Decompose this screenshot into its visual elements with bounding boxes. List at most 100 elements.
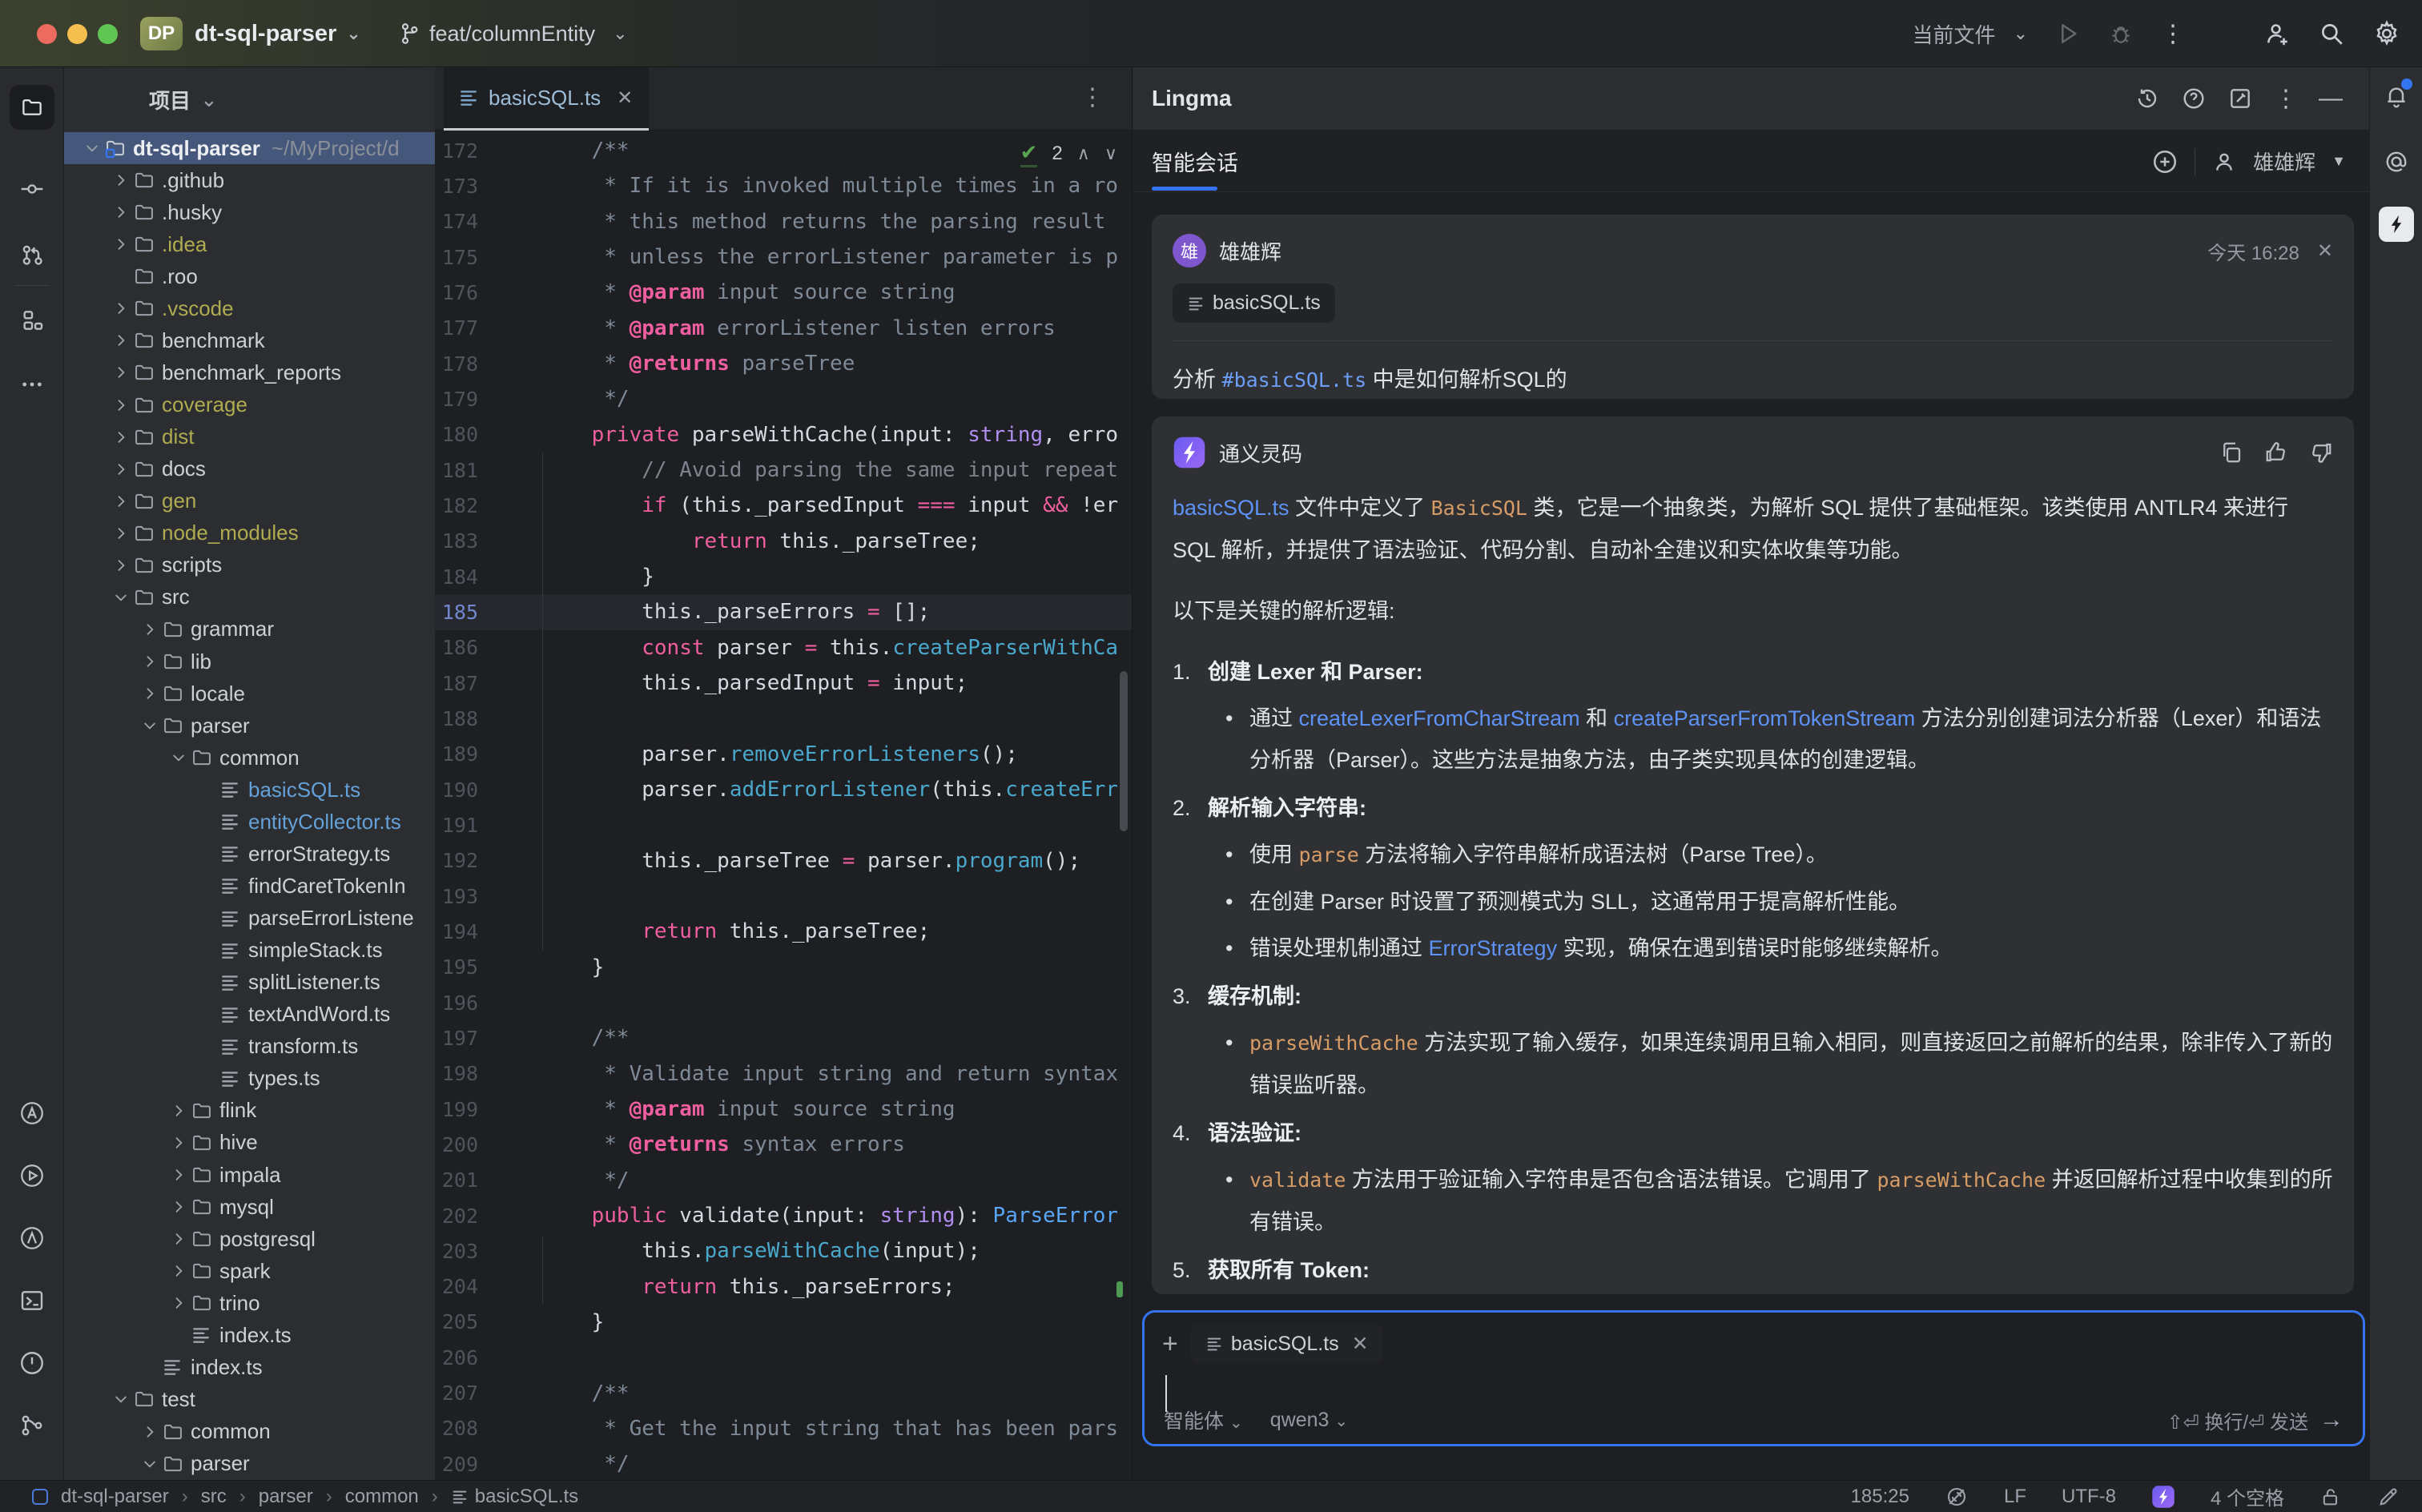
tree-row-trino[interactable]: trino [64, 1287, 435, 1319]
inspections-widget[interactable]: ✔ 2 ∧ ∨ [1020, 140, 1117, 167]
tree-row-node_modules[interactable]: node_modules [64, 517, 435, 549]
tree-chevron-icon[interactable] [109, 1391, 133, 1407]
search-icon[interactable] [2318, 20, 2345, 47]
tree-row-.github[interactable]: .github [64, 164, 435, 196]
tree-row-lib[interactable]: lib [64, 645, 435, 678]
tree-chevron-icon[interactable] [109, 429, 133, 445]
tree-row-parseErrorListene[interactable]: parseErrorListene [64, 903, 435, 935]
tree-row-grammar[interactable]: grammar [64, 613, 435, 645]
new-chat-icon[interactable] [2227, 86, 2253, 111]
code-line-203[interactable]: 203 this.parseWithCache(input); [435, 1233, 1132, 1269]
code-line-207[interactable]: 207 /** [435, 1375, 1132, 1410]
breadcrumb-item[interactable]: common [345, 1486, 419, 1508]
code-line-191[interactable]: 191 [435, 807, 1132, 842]
tree-chevron-icon[interactable] [109, 493, 133, 509]
lingma-status-icon[interactable] [2151, 1485, 2175, 1509]
code-line-182[interactable]: 182 if (this._parsedInput === input && !… [435, 488, 1132, 523]
tree-chevron-icon[interactable] [109, 172, 133, 188]
tree-chevron-icon[interactable] [109, 589, 133, 605]
tree-row-impala[interactable]: impala [64, 1159, 435, 1191]
code-line-187[interactable]: 187 this._parsedInput = input; [435, 666, 1132, 701]
tree-row-splitListener.ts[interactable]: splitListener.ts [64, 967, 435, 999]
tree-row-test[interactable]: test [64, 1383, 435, 1415]
file-encoding[interactable]: UTF-8 [2062, 1486, 2116, 1508]
code-line-178[interactable]: 178 * @returns parseTree [435, 346, 1132, 381]
close-window-button[interactable] [37, 24, 57, 44]
debug-icon[interactable] [2108, 21, 2134, 46]
tree-row-findCaretTokenIn[interactable]: findCaretTokenIn [64, 870, 435, 902]
breadcrumb-item[interactable]: parser [259, 1486, 313, 1508]
more-options-icon[interactable]: ⋮ [2274, 85, 2298, 113]
run-configuration-selector[interactable]: 当前文件⌄ [1913, 19, 2028, 49]
code-editor[interactable]: ✔ 2 ∧ ∨ 172 /**173 * If it is invoked mu… [435, 131, 1132, 1480]
code-line-196[interactable]: 196 [435, 985, 1132, 1020]
commit-tool-button[interactable] [10, 167, 54, 211]
tree-chevron-icon[interactable] [80, 140, 104, 156]
tree-row-coverage[interactable]: coverage [64, 389, 435, 421]
breadcrumb[interactable]: dt-sql-parser›src›parser›common›basicSQL… [32, 1486, 578, 1508]
project-tool-button[interactable] [10, 85, 54, 130]
tree-chevron-icon[interactable] [138, 1424, 162, 1440]
plugin-a2-tool-button[interactable] [10, 1216, 54, 1261]
editor-options-icon[interactable]: ⋮ [1080, 83, 1104, 111]
tree-row-types.ts[interactable]: types.ts [64, 1063, 435, 1095]
tree-row-benchmark[interactable]: benchmark [64, 324, 435, 356]
edit-mode-icon[interactable] [2377, 1486, 2400, 1508]
settings-gear-icon[interactable] [2372, 19, 2401, 48]
code-line-188[interactable]: 188 [435, 701, 1132, 736]
account-name[interactable]: 雄雄辉 [2253, 147, 2315, 176]
chat-input-box[interactable]: + basicSQL.ts ✕ 智能体 ⌄ qwen3 ⌄ ⇧⏎ 换行/⏎ 发送… [1142, 1310, 2365, 1446]
tree-chevron-icon[interactable] [109, 557, 133, 573]
tree-row-mysql[interactable]: mysql [64, 1191, 435, 1223]
tree-chevron-icon[interactable] [167, 1167, 191, 1183]
new-session-icon[interactable] [2151, 148, 2179, 175]
tree-chevron-icon[interactable] [109, 332, 133, 348]
tree-row-dist[interactable]: dist [64, 421, 435, 453]
tree-chevron-icon[interactable] [109, 300, 133, 316]
more-actions-icon[interactable]: ⋮ [2161, 20, 2185, 48]
run-icon[interactable] [2055, 21, 2081, 46]
code-line-202[interactable]: 202 public validate(input: string): Pars… [435, 1198, 1132, 1233]
tree-row-common[interactable]: common [64, 742, 435, 774]
code-line-209[interactable]: 209 */ [435, 1446, 1132, 1480]
tree-chevron-icon[interactable] [109, 204, 133, 220]
tree-row-src[interactable]: src [64, 581, 435, 613]
line-separator[interactable]: LF [2004, 1486, 2026, 1508]
tree-row-scripts[interactable]: scripts [64, 549, 435, 581]
code-line-174[interactable]: 174 * this method returns the parsing re… [435, 204, 1132, 239]
highlighting-off-icon[interactable] [1945, 1485, 1969, 1509]
version-control-tool-button[interactable] [10, 1403, 54, 1448]
notifications-bell-icon[interactable] [2379, 78, 2414, 114]
indent-setting[interactable]: 4 个空格 [2211, 1482, 2284, 1510]
tree-row-index.ts[interactable]: index.ts [64, 1319, 435, 1351]
breadcrumb-item[interactable]: dt-sql-parser [61, 1486, 169, 1508]
tree-chevron-icon[interactable] [138, 1456, 162, 1472]
tree-chevron-icon[interactable] [138, 718, 162, 734]
tree-chevron-icon[interactable] [167, 1199, 191, 1215]
tree-chevron-icon[interactable] [167, 1231, 191, 1247]
code-line-183[interactable]: 183 return this._parseTree; [435, 524, 1132, 559]
add-user-icon[interactable] [2263, 20, 2291, 47]
tab-basicsql[interactable]: basicSQL.ts ✕ [444, 67, 649, 131]
tree-row-parser[interactable]: parser [64, 710, 435, 742]
tree-row-common[interactable]: common [64, 1416, 435, 1448]
tree-chevron-icon[interactable] [109, 461, 133, 477]
tree-row-.vscode[interactable]: .vscode [64, 292, 435, 324]
code-line-195[interactable]: 195 } [435, 950, 1132, 985]
tree-chevron-icon[interactable] [138, 653, 162, 670]
delete-message-icon[interactable]: ✕ [2317, 239, 2333, 263]
tree-row-docs[interactable]: docs [64, 453, 435, 485]
tree-chevron-icon[interactable] [167, 1295, 191, 1311]
plugin-a-tool-button[interactable] [10, 1091, 54, 1136]
tree-row-.idea[interactable]: .idea [64, 228, 435, 260]
add-context-icon[interactable]: + [1162, 1329, 1178, 1360]
tree-chevron-icon[interactable] [138, 686, 162, 702]
minimize-window-button[interactable] [67, 24, 87, 44]
ai-assistant-icon[interactable] [2379, 144, 2414, 179]
tree-row-.husky[interactable]: .husky [64, 196, 435, 228]
hide-panel-icon[interactable]: — [2319, 85, 2343, 112]
tree-row-.roo[interactable]: .roo [64, 260, 435, 292]
code-line-181[interactable]: 181 // Avoid parsing the same input repe… [435, 452, 1132, 488]
code-line-208[interactable]: 208 * Get the input string that has been… [435, 1411, 1132, 1446]
unlock-icon[interactable] [2319, 1486, 2342, 1508]
